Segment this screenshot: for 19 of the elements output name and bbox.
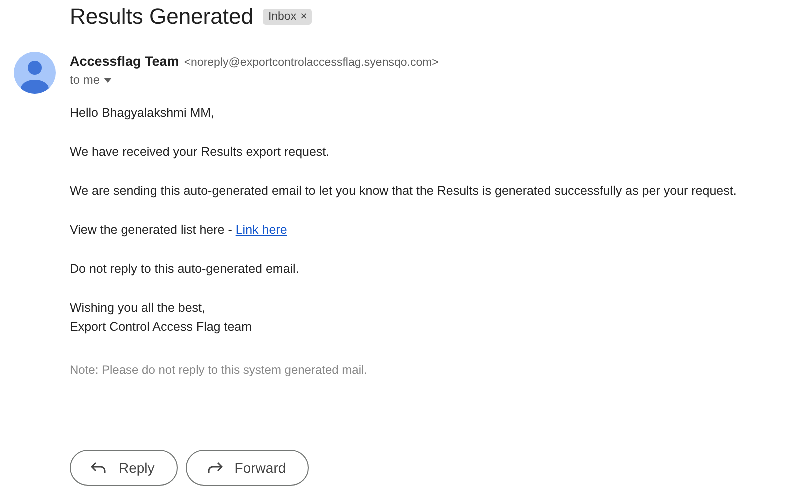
avatar-icon	[14, 52, 56, 94]
reply-button[interactable]: Reply	[70, 450, 178, 486]
note-text: Note: Please do not reply to this system generated mail.	[70, 362, 368, 379]
sender-name: Accessflag Team	[70, 54, 180, 69]
body-text: Do not reply to this auto-generated email.	[70, 261, 300, 278]
body-text: We are sending this auto-generated email to let you know that the Results is generated successfully as per your request.	[70, 183, 738, 200]
sender-email: <noreply@exportcontrolaccessflag.syensqo.com>	[184, 57, 439, 69]
body-text: Hello Bhagyalakshmi MM,	[70, 105, 216, 122]
reply-icon	[91, 462, 107, 474]
caret-icon	[104, 78, 112, 82]
forward-icon	[206, 462, 223, 474]
body-text: View the generated list here -	[70, 223, 234, 237]
forward-button[interactable]: Forward	[186, 450, 310, 486]
result-link[interactable]: Link here	[236, 223, 288, 237]
recipient-dropdown[interactable]: to me	[70, 73, 112, 87]
signature-text: Wishing you all the best, Export Control Access Flag team	[70, 300, 254, 336]
inbox-label[interactable]: Inbox ×	[263, 9, 312, 25]
email-subject: Results Generated	[70, 4, 254, 30]
body-text: We have received your Results export request.	[70, 144, 331, 161]
